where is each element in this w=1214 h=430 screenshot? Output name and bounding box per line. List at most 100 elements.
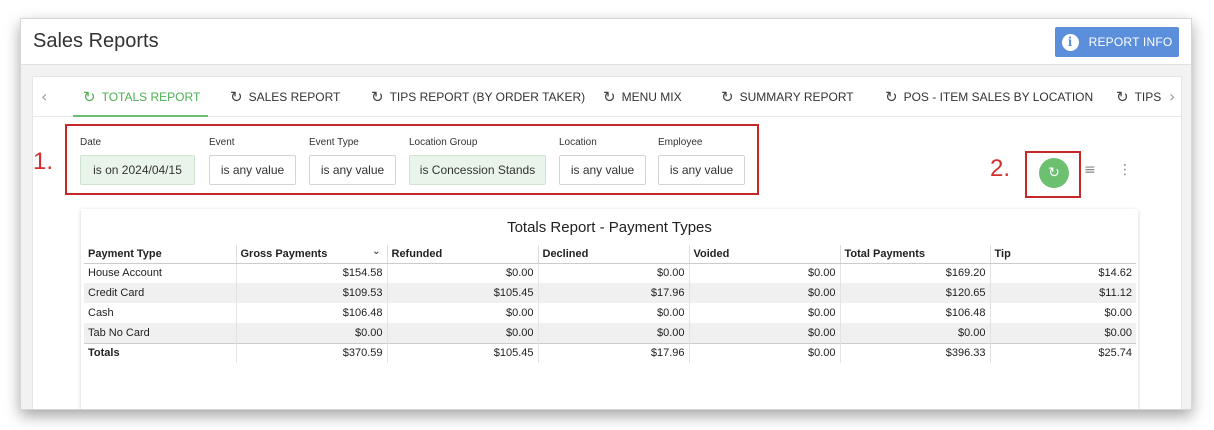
table-cell: $14.62 — [1098, 267, 1132, 280]
table-cell: $11.12 — [990, 283, 1136, 303]
filter-event-type: Event Type is any value — [309, 137, 396, 185]
tab-label: TIPS REPORT (BY ORDER TAKER) — [389, 90, 586, 104]
column-header-total-payments[interactable]: Total Payments — [840, 245, 991, 264]
table-cell: $154.58 — [236, 263, 388, 283]
cycle-icon: ↻ — [371, 88, 384, 106]
table-cell: Totals — [84, 342, 237, 363]
table-cell: $120.65 — [840, 283, 991, 303]
report-info-label: REPORT INFO — [1088, 35, 1173, 49]
table-row: Credit Card $109.53 $105.45 $17.96 $0.00… — [84, 283, 1136, 303]
filter-location: Location is any value — [559, 137, 646, 185]
tab-label: TIPS — [1134, 90, 1162, 104]
table-cell: Cash — [84, 303, 237, 323]
tab-summary-report[interactable]: ↻ SUMMARY REPORT — [721, 77, 854, 117]
table-cell: Credit Card — [84, 283, 237, 303]
table-cell: $0.00 — [689, 283, 841, 303]
report-info-button[interactable]: i REPORT INFO — [1055, 27, 1179, 57]
filter-icon[interactable]: ≡ — [1084, 162, 1096, 178]
table-cell: $109.53 — [236, 283, 388, 303]
table-cell: $0.00 — [538, 323, 690, 343]
table-cell: $0.00 — [840, 323, 991, 343]
column-header-voided[interactable]: Voided — [689, 245, 841, 264]
column-header-tip[interactable]: Tip — [990, 245, 1136, 264]
page-title: Sales Reports — [33, 30, 159, 52]
table-cell: House Account — [84, 263, 237, 283]
tab-totals-report[interactable]: ↻ TOTALS REPORT — [72, 77, 209, 117]
cycle-icon: ↻ — [230, 88, 243, 106]
table-cell: $370.59 — [236, 342, 388, 363]
filter-event: Event is any value — [209, 137, 296, 185]
table-cell: $0.00 — [990, 323, 1136, 343]
filter-employee: Employee is any value — [658, 137, 745, 185]
column-header-payment-type[interactable]: Payment Type — [84, 245, 237, 264]
date-filter-value[interactable]: is on 2024/04/15 — [80, 155, 195, 185]
totals-row: Totals $370.59 $105.45 $17.96 $0.00 $396… — [84, 342, 1136, 363]
tab-tips[interactable]: ↻ TIPS — [1116, 77, 1161, 117]
filter-label: Location — [559, 137, 597, 148]
table-cell: $0.00 — [538, 263, 690, 283]
filter-label: Employee — [658, 137, 703, 148]
table-cell: $105.45 — [387, 283, 539, 303]
sales-reports-window: Sales Reports i REPORT INFO ‹ ↻ TOTALS R… — [20, 18, 1192, 410]
filter-label: Event — [209, 137, 235, 148]
table-row: Tab No Card $0.00 $0.00 $0.00 $0.00 $0.0… — [84, 323, 1136, 343]
cycle-icon: ↻ — [1116, 88, 1129, 106]
filter-date: Date is on 2024/04/15 — [80, 137, 195, 185]
table-cell: $0.00 — [689, 263, 841, 283]
tab-label: SALES REPORT — [248, 90, 341, 104]
table-cell: $0.00 — [236, 323, 388, 343]
table-row: Cash $106.48 $0.00 $0.00 $0.00 $106.48 $… — [84, 303, 1136, 323]
refresh-icon: ↻ — [1048, 165, 1060, 181]
tab-label: MENU MIX — [621, 90, 682, 104]
filter-label: Event Type — [309, 137, 359, 148]
table-cell: $106.48 — [236, 303, 388, 323]
cycle-icon: ↻ — [603, 88, 616, 106]
event-type-filter-value[interactable]: is any value — [309, 155, 396, 185]
tab-label: POS - ITEM SALES BY LOCATION — [903, 90, 1094, 104]
employee-filter-value[interactable]: is any value — [658, 155, 745, 185]
app-header: Sales Reports i REPORT INFO — [21, 19, 1191, 65]
filter-label: Date — [80, 137, 102, 148]
report-title: Totals Report - Payment Types — [507, 219, 712, 236]
table-cell: $0.00 — [538, 303, 690, 323]
tab-pos-item-sales-by-location[interactable]: ↻ POS - ITEM SALES BY LOCATION — [885, 77, 1093, 117]
tab-sales-report[interactable]: ↻ SALES REPORT — [230, 77, 340, 117]
column-header-label: Gross Payments — [240, 247, 328, 260]
table-cell: $396.33 — [840, 342, 991, 363]
table-cell: Tab No Card — [84, 323, 237, 343]
column-header-declined[interactable]: Declined — [538, 245, 690, 264]
table-cell: $25.74 — [990, 342, 1136, 363]
sort-chevron-icon[interactable]: ⌄ — [372, 246, 380, 257]
tab-tips-report-by-order-taker[interactable]: ↻ TIPS REPORT (BY ORDER TAKER) — [371, 77, 585, 117]
info-icon: i — [1061, 33, 1079, 51]
tab-menu-mix[interactable]: ↻ MENU MIX — [603, 77, 682, 117]
table-cell: $0.00 — [387, 323, 539, 343]
refresh-button[interactable]: ↻ — [1039, 158, 1069, 188]
table-cell: $0.00 — [387, 263, 539, 283]
column-header-refunded[interactable]: Refunded — [387, 245, 539, 264]
cycle-icon: ↻ — [721, 88, 734, 106]
payment-types-table: Payment Type Gross Payments ⌄ Refunded De… — [84, 245, 1136, 363]
cycle-icon: ↻ — [83, 88, 96, 106]
table-cell: $0.00 — [689, 323, 841, 343]
report-tabs: ‹ ↻ TOTALS REPORT ↻ SALES REPORT ↻ TIPS … — [33, 77, 1181, 117]
table-cell: $105.45 — [387, 342, 539, 363]
filter-label: Location Group — [409, 137, 478, 148]
table-cell: $169.20 — [840, 263, 991, 283]
table-header-row: Payment Type Gross Payments ⌄ Refunded De… — [84, 245, 1136, 264]
table-cell: $17.96 — [538, 342, 690, 363]
location-filter-value[interactable]: is any value — [559, 155, 646, 185]
location-group-filter-value[interactable]: is Concession Stands — [409, 155, 546, 185]
annotation-step-1: 1. — [33, 148, 54, 175]
annotation-step-2: 2. — [990, 155, 1011, 182]
event-filter-value[interactable]: is any value — [209, 155, 296, 185]
table-cell: $0.00 — [689, 342, 841, 363]
tab-label: TOTALS REPORT — [101, 90, 201, 104]
totals-report-card: Totals Report - Payment Types Payment Ty… — [81, 209, 1138, 409]
table-cell: $0.00 — [1104, 307, 1132, 319]
tabs-next-arrow-icon[interactable]: › — [1169, 87, 1175, 106]
more-options-icon[interactable]: ⋮ — [1118, 162, 1132, 178]
tabs-prev-arrow-icon[interactable]: ‹ — [41, 87, 47, 106]
column-header-gross-payments[interactable]: Gross Payments ⌄ — [236, 245, 388, 264]
cycle-icon: ↻ — [885, 88, 898, 106]
